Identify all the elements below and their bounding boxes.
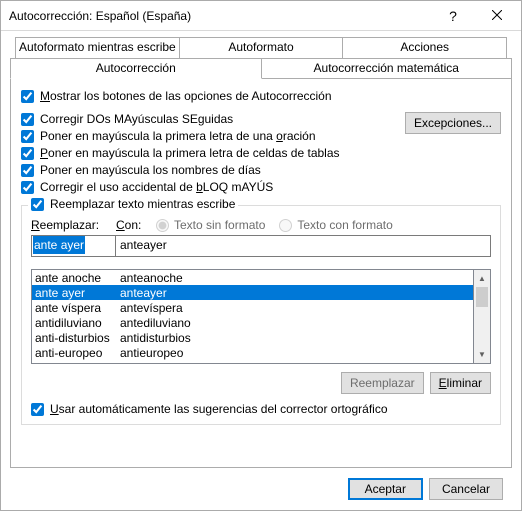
list-item[interactable]: anti-europeoantieuropeo [32, 345, 473, 360]
list-item[interactable]: antidiluvianoantediluviano [32, 315, 473, 330]
caps-lock-checkbox[interactable] [21, 181, 34, 194]
tab-actions[interactable]: Acciones [343, 37, 507, 58]
exceptions-button[interactable]: Excepciones... [405, 112, 501, 134]
tab-row-back: Autoformato mientras escribe Autoformato… [15, 37, 507, 58]
day-names-label: Poner en mayúscula los nombres de días [40, 163, 261, 177]
replace-input[interactable]: ante ayer [31, 235, 116, 257]
close-button[interactable] [475, 2, 519, 30]
scroll-thumb[interactable] [476, 287, 488, 307]
tab-row-front: Autocorrección Autocorrección matemática [10, 58, 512, 79]
two-caps-checkbox[interactable] [21, 113, 34, 126]
list-scrollbar[interactable]: ▲ ▼ [474, 269, 491, 364]
two-caps-label: Corregir DOs MAyúsculas SEguidas [40, 112, 233, 126]
scroll-down-button[interactable]: ▼ [474, 346, 490, 363]
tab-panel-autocorrect: Mostrar los botones de las opciones de A… [10, 79, 512, 468]
dialog-window: Autocorrección: Español (España) ? Autof… [0, 0, 522, 511]
plain-text-radio[interactable] [156, 219, 169, 232]
list-item-to: antieuropeo [117, 346, 473, 360]
help-button[interactable]: ? [431, 2, 475, 30]
help-icon: ? [449, 8, 457, 24]
list-item-to: antidisturbios [117, 331, 473, 345]
list-item-from: antidiluviano [32, 316, 117, 330]
ok-button[interactable]: Aceptar [348, 478, 423, 500]
list-item[interactable]: ante anocheanteanoche [32, 270, 473, 285]
list-item-from: ante anoche [32, 271, 117, 285]
formatted-text-radio-label: Texto con formato [297, 218, 392, 232]
replace-while-typing-label: Reemplazar texto mientras escribe [50, 197, 235, 211]
plain-text-radio-wrap: Texto sin formato [156, 218, 265, 232]
list-item-to: anteanoche [117, 271, 473, 285]
first-sentence-checkbox[interactable] [21, 130, 34, 143]
replace-group: Reemplazar texto mientras escribe Reempl… [21, 205, 501, 425]
cancel-button[interactable]: Cancelar [429, 478, 503, 500]
list-item-to: antevíspera [117, 301, 473, 315]
replace-while-typing-checkbox[interactable] [31, 198, 44, 211]
tab-math-autocorrect[interactable]: Autocorrección matemática [262, 58, 513, 79]
dialog-buttons: Aceptar Cancelar [10, 468, 512, 510]
titlebar: Autocorrección: Español (España) ? [1, 1, 521, 31]
close-icon [492, 9, 502, 23]
scroll-track[interactable] [474, 287, 490, 346]
show-options-checkbox[interactable] [21, 90, 34, 103]
dialog-content: Autoformato mientras escribe Autoformato… [1, 31, 521, 510]
replace-button[interactable]: Reemplazar [341, 372, 424, 394]
list-item[interactable]: ante ayeranteayer [32, 285, 473, 300]
chevron-down-icon: ▼ [478, 350, 486, 359]
with-column-label: Con: [116, 218, 156, 232]
autocorrect-list[interactable]: ante anocheanteanocheante ayeranteayeran… [31, 269, 474, 364]
show-options-label: Mostrar los botones de las opciones de A… [40, 89, 332, 103]
list-item-to: antediluviano [117, 316, 473, 330]
formatted-text-radio[interactable] [279, 219, 292, 232]
list-item-from: anti-europeo [32, 346, 117, 360]
replace-column-label: Reemplazar: [31, 218, 116, 232]
first-sentence-label: Poner en mayúscula la primera letra de u… [40, 129, 316, 143]
chevron-up-icon: ▲ [478, 274, 486, 283]
plain-text-radio-label: Texto sin formato [174, 218, 265, 232]
tab-autoformat-typing[interactable]: Autoformato mientras escribe [15, 37, 180, 58]
list-item[interactable]: ante vísperaantevíspera [32, 300, 473, 315]
replace-group-legend: Reemplazar texto mientras escribe [28, 197, 238, 211]
formatted-text-radio-wrap: Texto con formato [279, 218, 392, 232]
delete-button[interactable]: Eliminar [430, 372, 491, 394]
list-item-to: anteayer [117, 286, 473, 300]
day-names-checkbox[interactable] [21, 164, 34, 177]
list-item[interactable]: anti-disturbiosantidisturbios [32, 330, 473, 345]
tab-autocorrect[interactable]: Autocorrección [10, 58, 262, 79]
use-suggestions-checkbox[interactable] [31, 403, 44, 416]
scroll-up-button[interactable]: ▲ [474, 270, 490, 287]
caps-lock-label: Corregir el uso accidental de bLOQ mAYÚS [40, 180, 273, 194]
list-item-from: ante ayer [32, 286, 117, 300]
first-cell-checkbox[interactable] [21, 147, 34, 160]
list-item-from: anti-disturbios [32, 331, 117, 345]
with-input[interactable]: anteayer [116, 235, 491, 257]
list-item-from: ante víspera [32, 301, 117, 315]
first-cell-label: Poner en mayúscula la primera letra de c… [40, 146, 340, 160]
tab-autoformat[interactable]: Autoformato [180, 37, 344, 58]
use-suggestions-label: Usar automáticamente las sugerencias del… [50, 402, 388, 416]
window-title: Autocorrección: Español (España) [9, 9, 431, 23]
